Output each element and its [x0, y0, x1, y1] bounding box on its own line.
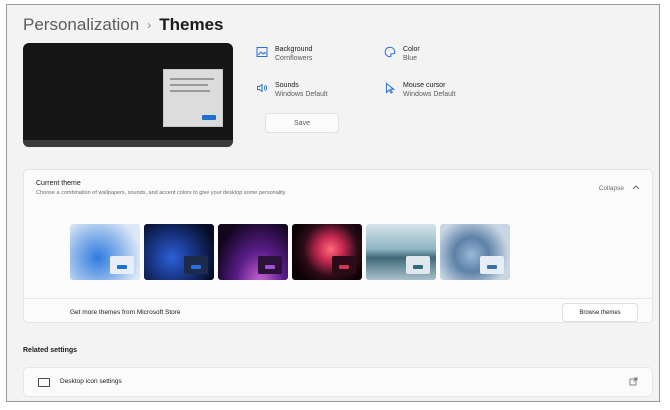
preview-window [163, 69, 223, 127]
current-theme-description: Choose a combination of wallpapers, soun… [36, 190, 286, 196]
theme-gallery [70, 224, 510, 280]
color-label: Color [403, 46, 420, 53]
background-label: Background [275, 46, 313, 53]
related-settings-heading: Related settings [23, 347, 78, 354]
breadcrumb: Personalization › Themes [23, 15, 224, 35]
cursor-icon [383, 81, 397, 95]
store-themes-text: Get more themes from Microsoft Store [70, 309, 181, 316]
browse-themes-button[interactable]: Browse themes [562, 303, 638, 322]
mouse-cursor-property[interactable]: Mouse cursor Windows Default [383, 81, 456, 99]
preview-button [202, 115, 216, 120]
chevron-up-icon [632, 184, 640, 192]
palette-icon [383, 45, 397, 59]
background-property[interactable]: Background Cornflowers [255, 45, 312, 63]
sounds-label: Sounds [275, 82, 299, 89]
collapse-label: Collapse [598, 184, 624, 192]
theme-thumbnail-glow[interactable] [218, 224, 288, 280]
sounds-value: Windows Default [275, 91, 328, 98]
speaker-icon [255, 81, 269, 95]
theme-thumbnail-flow[interactable] [440, 224, 510, 280]
card-divider [24, 298, 652, 299]
color-property[interactable]: Color Blue [383, 45, 420, 63]
theme-preview [23, 43, 233, 147]
settings-window: Personalization › Themes Background Corn… [6, 4, 660, 402]
current-theme-card: Current theme Choose a combination of wa… [23, 169, 653, 323]
save-theme-button[interactable]: Save [265, 113, 339, 133]
monitor-icon [38, 378, 50, 387]
color-value: Blue [403, 55, 418, 62]
theme-thumbnail-sunrise[interactable] [366, 224, 436, 280]
picture-icon [255, 45, 269, 59]
collapse-toggle[interactable]: Collapse [599, 184, 640, 192]
desktop-icon-settings-row[interactable]: Desktop icon settings [23, 367, 653, 397]
background-value: Cornflowers [275, 55, 313, 62]
theme-thumbnail-captured-motion[interactable] [292, 224, 362, 280]
breadcrumb-separator: › [147, 18, 152, 32]
sounds-property[interactable]: Sounds Windows Default [255, 81, 328, 99]
open-external-icon [629, 377, 638, 388]
mouse-cursor-value: Windows Default [403, 91, 456, 98]
theme-thumbnail-windows-dark[interactable] [144, 224, 214, 280]
breadcrumb-personalization[interactable]: Personalization [23, 15, 139, 35]
current-theme-title: Current theme [36, 180, 81, 187]
page-title: Themes [159, 15, 224, 34]
preview-taskbar [23, 140, 233, 147]
desktop-icon-settings-label: Desktop icon settings [60, 378, 122, 385]
mouse-cursor-label: Mouse cursor [403, 82, 446, 89]
theme-thumbnail-windows-light[interactable] [70, 224, 140, 280]
